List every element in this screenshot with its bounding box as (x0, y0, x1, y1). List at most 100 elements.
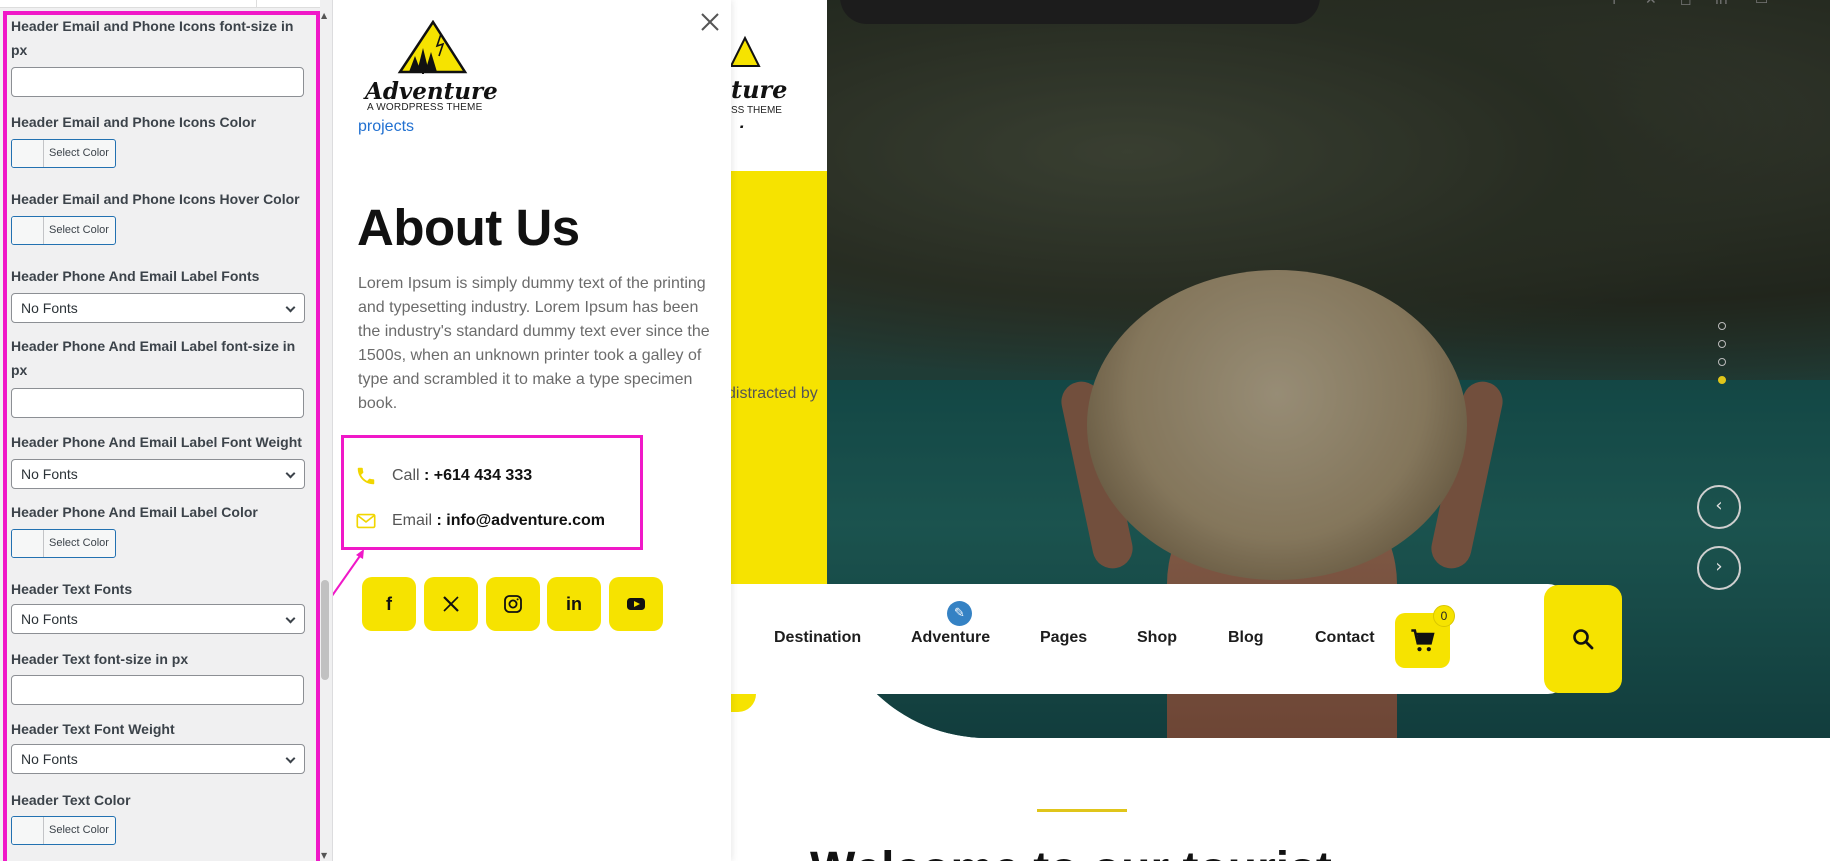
social-instagram-button[interactable] (486, 577, 540, 631)
nav-contact[interactable]: Contact (1315, 629, 1375, 647)
chevron-down-icon (285, 468, 296, 479)
color-swatch (12, 217, 44, 244)
slider-next-button[interactable]: › (1697, 546, 1741, 590)
contact-email[interactable]: Email : info@adventure.com (392, 512, 605, 530)
nav-blog[interactable]: Blog (1228, 629, 1264, 647)
slider-dot-1[interactable] (1718, 322, 1726, 330)
email-icon (356, 513, 376, 529)
control-label: Header Phone And Email Label Color (11, 504, 258, 520)
color-swatch (12, 140, 44, 167)
select-color-label: Select Color (49, 537, 109, 549)
logo-wordmark: Adventure (365, 78, 498, 105)
search-button[interactable] (1544, 585, 1622, 693)
about-heading: About Us (357, 199, 580, 256)
email-label: Email (392, 512, 433, 529)
control-label: Header Email and Phone Icons Hover Color (11, 191, 300, 207)
top-youtube-icon[interactable]: ▭ (1755, 0, 1768, 8)
nav-pages[interactable]: Pages (1040, 629, 1087, 647)
select-color-button[interactable]: Select Color (11, 139, 116, 168)
top-instagram-icon[interactable]: ◻ (1680, 0, 1692, 8)
pencil-icon[interactable]: ✎ (947, 601, 972, 626)
nav-adventure[interactable]: Adventure (911, 629, 990, 647)
hero-peek-text: distracted by (727, 385, 818, 402)
svg-text:cts: cts (731, 122, 754, 128)
chevron-down-icon (285, 753, 296, 764)
top-facebook-icon[interactable]: f (1612, 0, 1617, 8)
font-select-value: No Fonts (21, 466, 78, 482)
projects-link[interactable]: projects (358, 118, 414, 136)
cart-count-badge: 0 (1433, 605, 1455, 627)
instagram-icon (504, 595, 522, 613)
nav-destination[interactable]: Destination (774, 629, 861, 647)
slider-prev-button[interactable]: ‹ (1697, 485, 1741, 529)
site-logo-partial: ture SS THEME cts (731, 35, 787, 128)
control-label: Header Text Color (11, 792, 131, 808)
font-select-value: No Fonts (21, 300, 78, 316)
svg-text:ture: ture (731, 75, 787, 104)
call-label: Call (392, 467, 420, 484)
social-x-button[interactable] (424, 577, 478, 631)
search-icon (1573, 629, 1594, 650)
scrollbar-thumb[interactable] (321, 580, 329, 680)
about-description: Lorem Ipsum is simply dummy text of the … (358, 275, 710, 412)
chevron-down-icon (285, 613, 296, 624)
section-divider (1037, 809, 1127, 812)
font-select[interactable]: No Fonts (11, 744, 305, 774)
scroll-down-icon[interactable]: ▼ (321, 852, 327, 860)
close-icon[interactable] (697, 9, 723, 35)
control-label: Header Text Fonts (11, 581, 133, 597)
customizer-header-strip (0, 0, 320, 8)
top-x-icon[interactable]: ✕ (1645, 0, 1657, 8)
slider-dot-4[interactable] (1718, 376, 1726, 384)
select-color-label: Select Color (49, 824, 109, 836)
color-swatch (12, 817, 44, 844)
chevron-down-icon (285, 302, 296, 313)
facebook-icon: f (386, 594, 392, 614)
slider-dot-3[interactable] (1718, 358, 1726, 366)
control-label: Header Phone And Email Label Fonts (11, 268, 260, 284)
linkedin-icon: in (566, 594, 582, 614)
yellow-accent-panel (731, 171, 827, 584)
select-color-label: Select Color (49, 147, 109, 159)
contact-info-highlight (341, 435, 643, 550)
select-color-label: Select Color (49, 224, 109, 236)
call-value: : +614 434 333 (424, 467, 533, 484)
logo-tagline: A WORDPRESS THEME (367, 102, 483, 113)
chevron-right-icon: › (1715, 556, 1723, 577)
font-size-input[interactable] (11, 67, 304, 97)
control-label: Header Phone And Email Label font-size i… (11, 338, 296, 378)
welcome-heading: Welcome to our tourist (810, 842, 1332, 861)
select-color-button[interactable]: Select Color (11, 216, 116, 245)
font-select-value: No Fonts (21, 611, 78, 627)
font-select[interactable]: No Fonts (11, 293, 305, 323)
control-label: Header Text Font Weight (11, 721, 175, 737)
phone-icon (357, 467, 375, 485)
social-facebook-button[interactable]: f (362, 577, 416, 631)
select-color-button[interactable]: Select Color (11, 816, 116, 845)
social-linkedin-button[interactable]: in (547, 577, 601, 631)
youtube-icon (627, 598, 645, 610)
chevron-left-icon: ‹ (1715, 495, 1723, 516)
font-select[interactable]: No Fonts (11, 459, 305, 489)
contact-call[interactable]: Call : +614 434 333 (392, 467, 532, 485)
slider-dot-2[interactable] (1718, 340, 1726, 348)
font-size-input[interactable] (11, 675, 304, 705)
control-label: Header Text font-size in px (11, 651, 189, 667)
customizer-sidebar: Header Email and Phone Icons font-size i… (0, 0, 333, 861)
x-icon (443, 596, 459, 612)
control-label: Header Phone And Email Label Font Weight (11, 434, 302, 450)
nav-shop[interactable]: Shop (1137, 629, 1177, 647)
select-color-button[interactable]: Select Color (11, 529, 116, 558)
control-label: Header Email and Phone Icons font-size i… (11, 18, 294, 58)
font-select[interactable]: No Fonts (11, 604, 305, 634)
control-label: Header Email and Phone Icons Color (11, 114, 257, 130)
color-swatch (12, 530, 44, 557)
font-size-input[interactable] (11, 388, 304, 418)
scrollbar[interactable] (320, 8, 330, 861)
font-select-value: No Fonts (21, 751, 78, 767)
svg-text:SS THEME: SS THEME (731, 105, 782, 116)
top-linkedin-icon[interactable]: in (1715, 0, 1728, 8)
scroll-up-icon[interactable]: ▲ (321, 12, 327, 20)
site-topbar (840, 0, 1320, 24)
social-youtube-button[interactable] (609, 577, 663, 631)
